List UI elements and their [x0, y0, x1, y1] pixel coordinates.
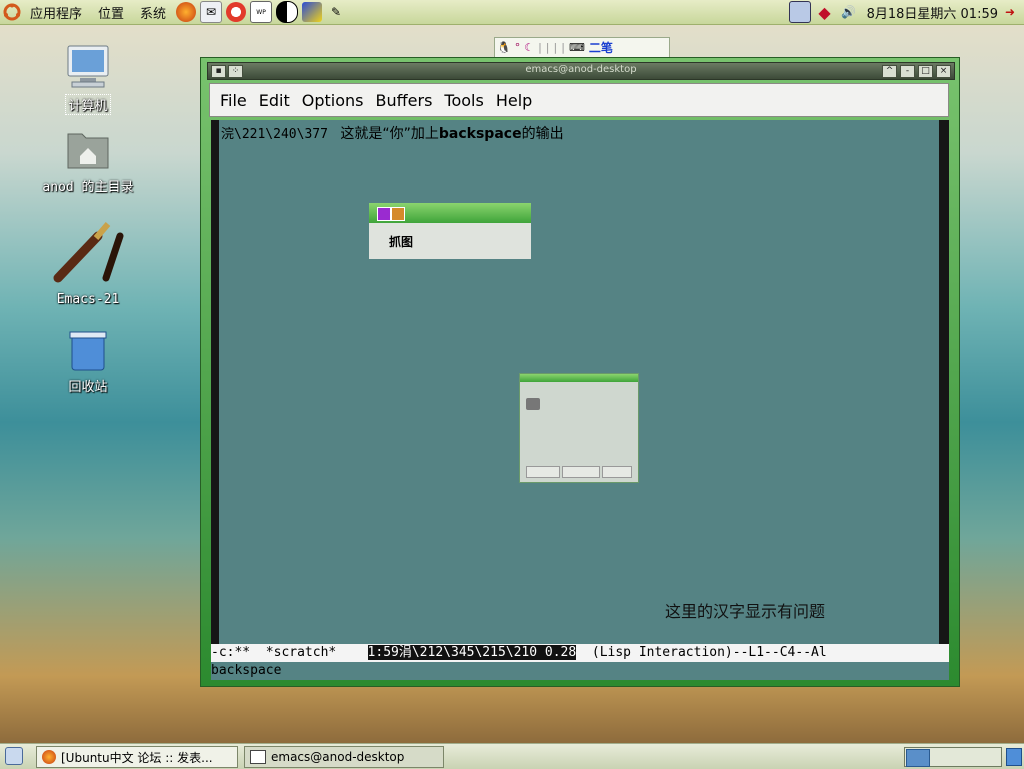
window-menu-icon [377, 207, 391, 221]
fragment-title: 抓图 [369, 223, 531, 259]
menu-help[interactable]: Help [496, 91, 532, 110]
taskbar-item-emacs[interactable]: emacs@anod-desktop [244, 746, 444, 768]
show-desktop-icon[interactable] [5, 747, 23, 765]
maximize-button[interactable]: □ [918, 65, 933, 78]
clock[interactable]: 8月18日星期六 01:59 [867, 3, 998, 22]
menu-edit[interactable]: Edit [259, 91, 290, 110]
close-button[interactable]: × [936, 65, 951, 78]
escaped-bytes: 浣\221\240\377 [221, 127, 328, 142]
places-menu[interactable]: 位置 [98, 3, 124, 22]
system-menu[interactable]: 系统 [140, 3, 166, 22]
emacs-menubar: File Edit Options Buffers Tools Help [209, 83, 949, 117]
desktop-icon-label: Emacs-21 [56, 292, 120, 307]
ime-option-icon[interactable]: | [538, 41, 542, 54]
menu-buffers[interactable]: Buffers [376, 91, 433, 110]
window-shade-icon [391, 207, 405, 221]
buffer-first-line: 浣\221\240\377 这就是“你”加上backspace的输出 [221, 123, 564, 143]
moon-icon[interactable]: ☾ [524, 41, 534, 54]
ruby-gem-icon[interactable]: ◆ [815, 2, 835, 22]
window-title: emacs@anod-desktop [525, 64, 637, 75]
mode-line-mode: (Lisp Interaction)--L1--C4--Al [576, 645, 827, 660]
screenshot-dialog-thumbnail [519, 373, 639, 483]
emacs-window: ▪ ⁘ emacs@anod-desktop ^ - □ × File Edit… [200, 57, 960, 687]
buffer-text: 的输出 [521, 126, 564, 142]
tux-icon[interactable]: 🐧 [497, 41, 511, 54]
top-panel: 应用程序 位置 系统 ✉ WP ✎ ◆ 🔊 8月18日星期六 01:59 ➜ [0, 0, 1024, 25]
mode-line-buffer: -c:** *scratch* [211, 645, 368, 660]
input-method-bar[interactable]: 🐧 ° ☾ | | | | ⌨ 二笔 [494, 37, 670, 58]
desktop-icon-label: 计算机 [65, 94, 111, 115]
taskbar-item-firefox[interactable]: [Ubuntu中文 论坛 :: 发表... [36, 746, 238, 768]
desktop-icon-trash[interactable]: 回收站 [33, 326, 143, 395]
screenshot-fragment: 抓图 [369, 203, 531, 259]
volume-icon[interactable]: 🔊 [839, 2, 859, 22]
window-titlebar[interactable]: ▪ ⁘ emacs@anod-desktop ^ - □ × [207, 62, 955, 80]
help-icon[interactable] [226, 2, 247, 22]
keyboard-icon[interactable]: ⌨ [569, 41, 585, 54]
applications-menu[interactable]: 应用程序 [30, 3, 82, 22]
minibuffer[interactable]: backspace [211, 662, 949, 680]
desktop-icon-emacs[interactable]: Emacs-21 [33, 218, 143, 307]
desktop-icon-computer[interactable]: 计算机 [33, 44, 143, 115]
trash-applet-icon[interactable] [1006, 748, 1022, 766]
ubuntu-logo-icon[interactable] [2, 2, 22, 22]
ime-option-icon[interactable]: | [554, 41, 558, 54]
scratch-buffer[interactable]: 浣\221\240\377 这就是“你”加上backspace的输出 抓图 这里… [219, 120, 939, 644]
ime-mode-label[interactable]: 二笔 [589, 39, 613, 56]
mode-line-time: 1:59涓\212\345\215\210 0.28 [367, 645, 577, 660]
camera-icon [526, 398, 540, 410]
computer-icon [64, 44, 112, 90]
pen-icon [48, 218, 128, 284]
chinese-text-note: 这里的汉字显示有问题 [665, 602, 826, 621]
mode-line[interactable]: -c:** *scratch* 1:59涓\212\345\215\210 0.… [211, 644, 949, 662]
buffer-text: 这就是“你”加上 [340, 126, 439, 142]
task-label: [Ubuntu中文 论坛 :: 发表... [61, 750, 213, 765]
trash-icon [64, 326, 112, 372]
yinyang-icon[interactable] [276, 1, 299, 23]
task-label: emacs@anod-desktop [271, 750, 405, 764]
firefox-icon [42, 750, 56, 764]
minimize-button[interactable]: - [900, 65, 915, 78]
workspace-switcher[interactable] [904, 747, 1002, 767]
workspace-1[interactable] [906, 749, 930, 767]
bottom-panel: [Ubuntu中文 论坛 :: 发表... emacs@anod-desktop [0, 743, 1024, 769]
window-up-button[interactable]: ^ [882, 65, 897, 78]
wordprocessor-icon[interactable]: WP [250, 1, 273, 23]
pen-icon[interactable]: ✎ [326, 2, 346, 22]
menu-options[interactable]: Options [302, 91, 364, 110]
menu-file[interactable]: File [220, 91, 247, 110]
network-icon[interactable] [788, 1, 811, 23]
firefox-icon[interactable] [176, 2, 197, 22]
desktop-icon-home[interactable]: anod 的主目录 [33, 126, 143, 195]
window-icon [250, 750, 266, 764]
menu-tools[interactable]: Tools [444, 91, 483, 110]
ime-option-icon[interactable]: | [546, 41, 550, 54]
buffer-text-bold: backspace [438, 126, 522, 142]
mail-icon[interactable]: ✉ [200, 1, 223, 23]
emacs-edit-area: 浣\221\240\377 这就是“你”加上backspace的输出 抓图 这里… [211, 120, 949, 680]
home-folder-icon [64, 126, 112, 172]
desktop-icon-label: anod 的主目录 [42, 180, 134, 195]
desktop-icon-label: 回收站 [68, 380, 108, 395]
punctuation-icon[interactable]: ° [515, 41, 521, 54]
ime-option-icon[interactable]: | [561, 41, 565, 54]
logout-icon[interactable]: ➜ [1000, 2, 1020, 22]
graphics-icon[interactable] [302, 2, 323, 22]
